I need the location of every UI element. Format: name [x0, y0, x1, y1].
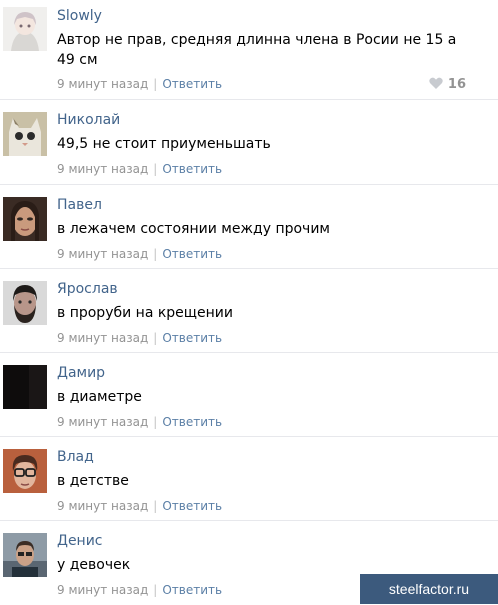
comment-text: в лежачем состоянии между прочим [57, 221, 330, 237]
heart-icon [429, 77, 443, 89]
comment-time[interactable]: 9 минут назад [57, 415, 148, 429]
comment-item: Влад в детстве 9 минут назад | Ответить [0, 437, 498, 521]
comment-text: в детстве [57, 473, 129, 489]
comment-author[interactable]: Ярослав [57, 280, 118, 298]
avatar[interactable] [3, 197, 47, 241]
comment-item: Павел в лежачем состоянии между прочим 9… [0, 185, 498, 269]
separator: | [153, 499, 158, 513]
avatar-cat-icon [3, 112, 47, 156]
watermark: steelfactor.ru [360, 574, 498, 604]
comment-meta: 9 минут назад | Ответить [57, 246, 222, 262]
avatar[interactable] [3, 281, 47, 325]
comment-time[interactable]: 9 минут назад [57, 162, 148, 176]
separator: | [153, 162, 158, 176]
comment-text: у девочек [57, 557, 131, 573]
comment-text: 49,5 не стоит приуменьшать [57, 136, 271, 152]
reply-button[interactable]: Ответить [162, 77, 222, 91]
reply-button[interactable]: Ответить [162, 247, 222, 261]
comment-author[interactable]: Денис [57, 532, 103, 550]
avatar[interactable] [3, 449, 47, 493]
comment-meta: 9 минут назад | Ответить [57, 76, 222, 92]
comment-meta: 9 минут назад | Ответить [57, 498, 222, 514]
avatar-glasses-man-icon [3, 449, 47, 493]
avatar[interactable] [3, 7, 47, 51]
comment-meta: 9 минут назад | Ответить [57, 330, 222, 346]
avatar[interactable] [3, 365, 47, 409]
comment-author[interactable]: Павел [57, 196, 102, 214]
avatar-dark-icon [3, 365, 47, 409]
comment-meta: 9 минут назад | Ответить [57, 582, 222, 598]
comment-time[interactable]: 9 минут назад [57, 77, 148, 91]
like-count: 16 [447, 77, 466, 92]
avatar-man-photo-icon [3, 533, 47, 577]
comment-time[interactable]: 9 минут назад [57, 331, 148, 345]
comment-time[interactable]: 9 минут назад [57, 499, 148, 513]
avatar-anime-girl-icon [3, 7, 47, 51]
comment-time[interactable]: 9 минут назад [57, 247, 148, 261]
comment-text: в проруби на крещении [57, 305, 233, 321]
reply-button[interactable]: Ответить [162, 162, 222, 176]
like-button[interactable]: 16 [429, 77, 466, 93]
separator: | [153, 331, 158, 345]
avatar-bearded-man-icon [3, 281, 47, 325]
comment-meta: 9 минут назад | Ответить [57, 414, 222, 430]
comment-author[interactable]: Николай [57, 111, 120, 129]
comment-time[interactable]: 9 минут назад [57, 583, 148, 597]
comment-meta: 9 минут назад | Ответить [57, 161, 222, 177]
reply-button[interactable]: Ответить [162, 583, 222, 597]
comment-item: Slowly Автор не прав, средняя длинна чле… [0, 0, 498, 100]
comment-author[interactable]: Влад [57, 448, 94, 466]
avatar[interactable] [3, 112, 47, 156]
separator: | [153, 247, 158, 261]
comment-text: Автор не прав, средняя длинна члена в Ро… [57, 32, 457, 68]
reply-button[interactable]: Ответить [162, 499, 222, 513]
separator: | [153, 583, 158, 597]
comment-item: Ярослав в проруби на крещении 9 минут на… [0, 269, 498, 353]
comment-author[interactable]: Дамир [57, 364, 105, 382]
comment-text: в диаметре [57, 389, 142, 405]
comment-author[interactable]: Slowly [57, 7, 102, 25]
reply-button[interactable]: Ответить [162, 331, 222, 345]
avatar-woman-icon [3, 197, 47, 241]
separator: | [153, 415, 158, 429]
comment-item: Николай 49,5 не стоит приуменьшать 9 мин… [0, 100, 498, 185]
comment-item: Дамир в диаметре 9 минут назад | Ответить [0, 353, 498, 437]
separator: | [153, 77, 158, 91]
avatar[interactable] [3, 533, 47, 577]
reply-button[interactable]: Ответить [162, 415, 222, 429]
